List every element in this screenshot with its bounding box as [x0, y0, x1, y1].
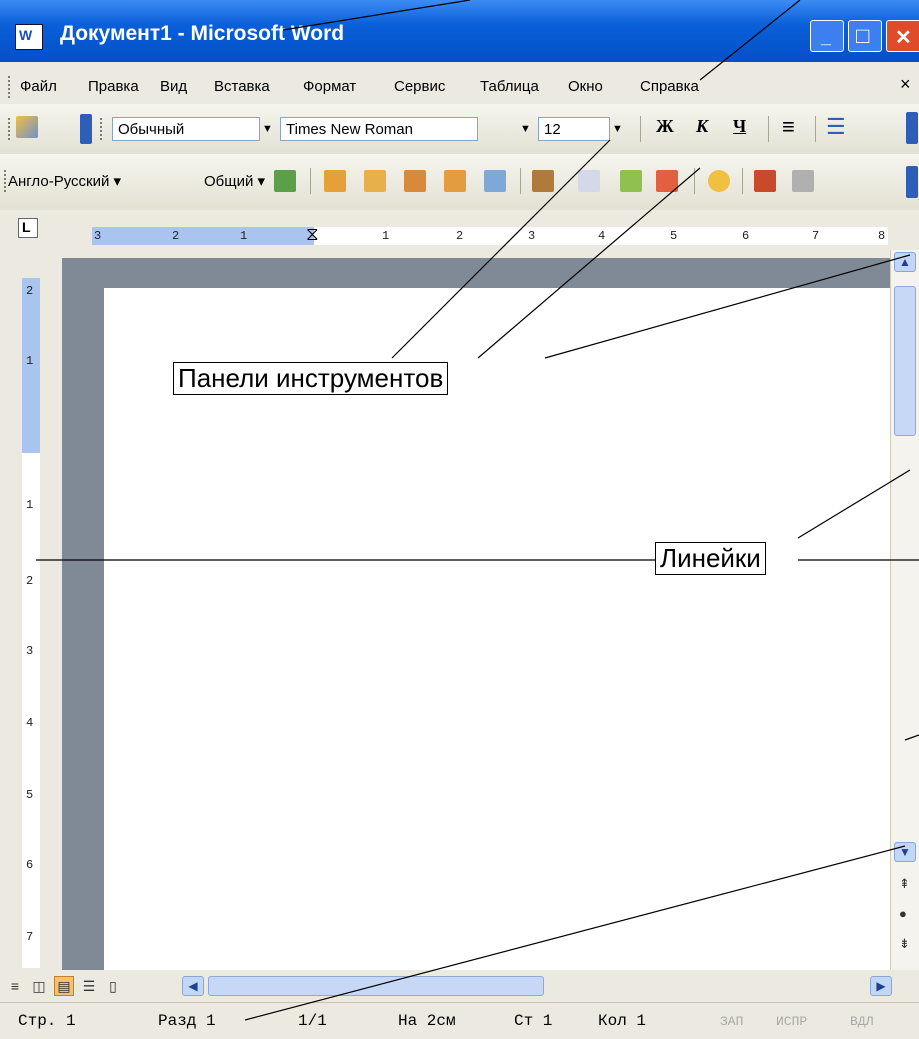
callout-line-toolbar1 [391, 139, 611, 359]
callout-rulers: Линейки [655, 542, 766, 575]
callout-line-scroll [904, 734, 919, 741]
callout-line-toolbar3 [544, 254, 911, 359]
annotation-lines [36, 0, 919, 1021]
callout-line-title [282, 0, 471, 31]
callout-toolbars: Панели инструментов [173, 362, 449, 395]
callout-line-toolbar2 [477, 167, 701, 359]
callout-line-status [244, 845, 906, 1021]
callout-line-menu [699, 0, 801, 81]
callout-line-hruler [797, 469, 911, 539]
